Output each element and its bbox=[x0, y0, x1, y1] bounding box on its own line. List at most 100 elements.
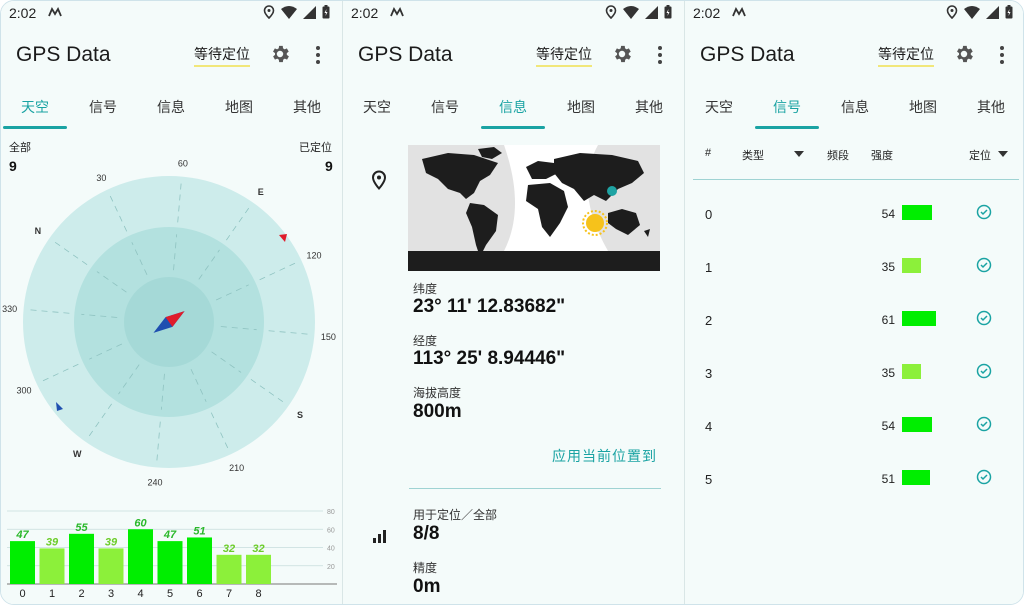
signal-icon bbox=[303, 5, 316, 19]
panel-info: 2:02 GPS Data 等待定位 天空 信号 信息 地图 其他 纬度 23°… bbox=[343, 1, 684, 604]
more-options-icon[interactable] bbox=[657, 45, 663, 65]
gear-icon[interactable] bbox=[953, 43, 975, 65]
status-bar: 2:02 bbox=[343, 1, 684, 25]
bar-value-label: 47 bbox=[163, 529, 177, 541]
bar-category-label: 7 bbox=[226, 588, 232, 600]
more-options-icon[interactable] bbox=[999, 45, 1005, 65]
table-row[interactable]: 4 54 bbox=[685, 412, 1023, 465]
row-id: 3 bbox=[705, 366, 713, 381]
table-row[interactable]: 0 54 bbox=[685, 200, 1023, 253]
location-icon bbox=[605, 5, 617, 19]
row-id: 0 bbox=[705, 207, 713, 222]
bar-value-label: 55 bbox=[75, 522, 88, 534]
tab-map[interactable]: 地图 bbox=[893, 97, 953, 117]
bar-category-label: 4 bbox=[137, 588, 143, 600]
col-header-strength: 强度 bbox=[871, 150, 893, 162]
row-strength: 35 bbox=[881, 366, 895, 380]
wifi-icon bbox=[281, 5, 297, 19]
satellite-bar bbox=[69, 533, 94, 584]
sort-down-icon[interactable] bbox=[794, 151, 804, 157]
bar-category-label: 0 bbox=[19, 588, 25, 600]
tab-sky[interactable]: 天空 bbox=[347, 97, 407, 117]
latitude-label: 纬度 bbox=[413, 282, 438, 296]
row-strength: 61 bbox=[881, 313, 895, 327]
sort-down-icon[interactable] bbox=[998, 151, 1008, 157]
row-id: 2 bbox=[705, 313, 713, 328]
bar-category-label: 2 bbox=[78, 588, 84, 600]
sky-direction-label: 330 bbox=[2, 304, 17, 314]
fix-check-icon bbox=[976, 257, 992, 273]
tab-info[interactable]: 信息 bbox=[483, 97, 543, 117]
tab-signal[interactable]: 信号 bbox=[73, 97, 133, 117]
app-title: GPS Data bbox=[16, 43, 111, 66]
satellite-bar bbox=[98, 548, 124, 584]
location-pin-icon bbox=[371, 170, 387, 190]
wifi-icon bbox=[964, 5, 980, 19]
battery-icon bbox=[1005, 5, 1013, 19]
bar-category-label: 6 bbox=[196, 588, 202, 600]
current-position-marker bbox=[607, 186, 617, 196]
bar-y-tick-label: 60 bbox=[327, 527, 335, 534]
tab-info[interactable]: 信息 bbox=[825, 97, 885, 117]
waiting-fix-button[interactable]: 等待定位 bbox=[194, 44, 250, 67]
status-bar: 2:02 bbox=[1, 1, 342, 25]
tab-info[interactable]: 信息 bbox=[141, 97, 201, 117]
tab-indicator bbox=[3, 126, 67, 129]
bar-category-label: 8 bbox=[255, 588, 261, 600]
sky-direction-label: W bbox=[73, 449, 82, 459]
strength-bar bbox=[902, 258, 921, 273]
sky-direction-label: E bbox=[258, 187, 264, 197]
waiting-fix-button[interactable]: 等待定位 bbox=[536, 44, 592, 67]
sky-direction-label: S bbox=[297, 410, 303, 420]
location-icon bbox=[263, 5, 275, 19]
strength-bar bbox=[902, 364, 921, 379]
tab-other[interactable]: 其他 bbox=[277, 97, 337, 117]
bar-y-tick-label: 20 bbox=[327, 564, 335, 571]
col-header-type[interactable]: 类型 bbox=[742, 147, 764, 163]
tab-map[interactable]: 地图 bbox=[551, 97, 611, 117]
used-satellites-value: 8/8 bbox=[413, 523, 440, 544]
signal-bars-icon bbox=[373, 530, 386, 543]
tab-signal[interactable]: 信号 bbox=[757, 97, 817, 117]
table-row[interactable]: 5 51 bbox=[685, 465, 1023, 518]
row-id: 5 bbox=[705, 472, 713, 487]
world-map[interactable] bbox=[408, 145, 660, 271]
header-divider bbox=[693, 179, 1019, 180]
signal-icon bbox=[986, 5, 999, 19]
fix-check-icon bbox=[976, 204, 992, 220]
notification-icon bbox=[390, 7, 404, 17]
row-strength: 35 bbox=[881, 260, 895, 274]
col-header-fix[interactable]: 定位 bbox=[969, 147, 991, 163]
tab-map[interactable]: 地图 bbox=[209, 97, 269, 117]
tab-other[interactable]: 其他 bbox=[961, 97, 1021, 117]
status-time: 2:02 bbox=[693, 5, 721, 21]
tab-other[interactable]: 其他 bbox=[619, 97, 679, 117]
apply-location-link[interactable]: 应用当前位置到 bbox=[552, 446, 657, 466]
longitude-value: 113° 25' 8.94446" bbox=[413, 348, 566, 369]
gear-icon[interactable] bbox=[269, 43, 291, 65]
tab-sky[interactable]: 天空 bbox=[5, 97, 65, 117]
status-time: 2:02 bbox=[351, 5, 379, 21]
panel-sky: 2:02 GPS Data 等待定位 天空 信号 信息 地图 其他 全部 9 已… bbox=[1, 1, 342, 604]
waiting-fix-button[interactable]: 等待定位 bbox=[878, 44, 934, 67]
table-row[interactable]: 3 35 bbox=[685, 359, 1023, 412]
table-row[interactable]: 1 35 bbox=[685, 253, 1023, 306]
strength-bar bbox=[902, 205, 932, 220]
tab-signal[interactable]: 信号 bbox=[415, 97, 475, 117]
gear-icon[interactable] bbox=[611, 43, 633, 65]
satellite-bar bbox=[157, 541, 183, 584]
battery-icon bbox=[322, 5, 330, 19]
bar-category-label: 5 bbox=[167, 588, 173, 600]
table-row[interactable]: 2 61 bbox=[685, 306, 1023, 359]
row-strength: 51 bbox=[881, 472, 895, 486]
tab-sky[interactable]: 天空 bbox=[689, 97, 749, 117]
latitude-value: 23° 11' 12.83682" bbox=[413, 296, 566, 317]
tab-bar: 天空 信号 信息 地图 其他 bbox=[343, 87, 684, 129]
app-bar: GPS Data 等待定位 bbox=[685, 29, 1023, 81]
more-options-icon[interactable] bbox=[315, 45, 321, 65]
app-bar: GPS Data 等待定位 bbox=[343, 29, 684, 81]
tab-bar: 天空 信号 信息 地图 其他 bbox=[685, 87, 1023, 129]
location-icon bbox=[946, 5, 958, 19]
bar-category-label: 3 bbox=[108, 588, 114, 600]
tab-indicator bbox=[481, 126, 545, 129]
